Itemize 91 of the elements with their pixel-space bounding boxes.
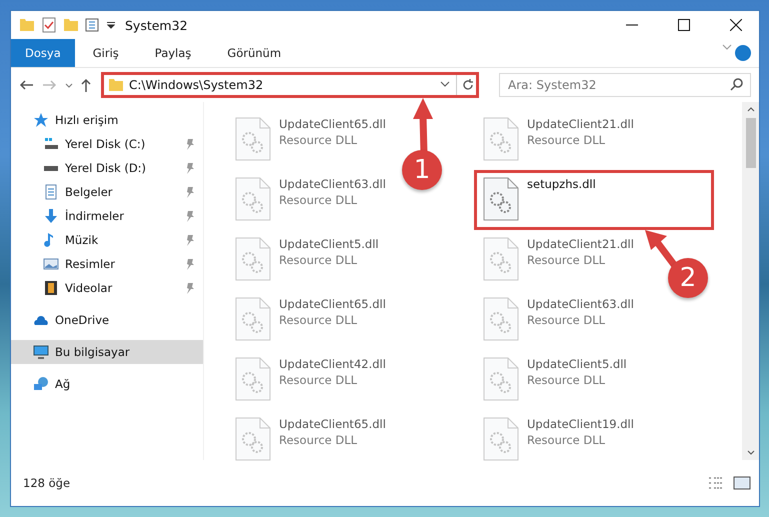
dll-file-icon [235, 117, 271, 161]
pin-icon[interactable] [185, 138, 195, 150]
drive-icon [43, 166, 59, 170]
file-name[interactable]: UpdateClient21.dll [527, 237, 634, 251]
file-type: Resource DLL [279, 253, 358, 267]
file-name[interactable]: UpdateClient65.dll [279, 117, 386, 131]
file-name[interactable]: UpdateClient63.dll [527, 297, 634, 311]
folder-icon [19, 19, 35, 31]
arrow-right-icon [43, 80, 57, 90]
dll-file-icon [235, 297, 271, 341]
file-type: Resource DLL [527, 373, 606, 387]
properties-icon [85, 17, 101, 33]
file-type: Resource DLL [527, 253, 606, 267]
file-type: Resource DLL [527, 133, 606, 147]
star-icon [33, 112, 49, 128]
pin-icon[interactable] [185, 210, 195, 222]
help-icon[interactable] [735, 45, 751, 61]
drive-icon [43, 138, 59, 150]
file-name[interactable]: UpdateClient21.dll [527, 117, 634, 131]
picture-icon [43, 256, 59, 272]
minimize-icon [626, 24, 638, 26]
ribbon-tab[interactable]: Görünüm [209, 39, 300, 67]
sidebar-item[interactable]: OneDrive [11, 308, 203, 332]
file-name[interactable]: UpdateClient65.dll [279, 417, 386, 431]
dll-file-icon [235, 417, 271, 461]
dll-file-icon [483, 117, 519, 161]
item-count: 128 öğe [23, 476, 70, 490]
close-icon [730, 19, 742, 31]
ribbon-tab[interactable]: Giriş [74, 39, 137, 67]
ribbon-tab[interactable]: Dosya [11, 39, 75, 67]
pin-icon[interactable] [185, 162, 195, 174]
dll-file-icon [235, 357, 271, 401]
sidebar-item[interactable]: Ağ [11, 372, 203, 396]
sidebar-item[interactable]: Hızlı erişim [11, 108, 203, 132]
pin-icon[interactable] [185, 186, 195, 198]
checklist-icon [41, 17, 57, 33]
dll-file-icon [483, 177, 519, 221]
file-type: Resource DLL [279, 193, 358, 207]
file-name[interactable]: UpdateClient65.dll [279, 297, 386, 311]
scrollbar[interactable] [742, 102, 759, 460]
sidebar-item[interactable]: Yerel Disk (D:) [11, 156, 203, 180]
file-type: Resource DLL [527, 433, 606, 447]
sidebar-item[interactable]: Resimler [11, 252, 203, 276]
folder-icon [63, 19, 79, 31]
file-type: Resource DLL [279, 313, 358, 327]
document-icon [43, 184, 59, 200]
pin-icon[interactable] [185, 258, 195, 270]
ribbon-tab[interactable]: Paylaş [136, 39, 210, 67]
back-button[interactable] [17, 78, 35, 92]
file-name[interactable]: setupzhs.dll [527, 177, 596, 191]
file-name[interactable]: UpdateClient5.dll [279, 237, 379, 251]
file-type: Resource DLL [279, 373, 358, 387]
arrow-up-icon [81, 78, 91, 92]
pin-icon[interactable] [185, 282, 195, 294]
sidebar-item[interactable]: Belgeler [11, 180, 203, 204]
film-icon [43, 280, 59, 296]
pin-icon[interactable] [185, 234, 195, 246]
sidebar-item[interactable]: Yerel Disk (C:) [11, 132, 203, 156]
dll-file-icon [483, 297, 519, 341]
window-title: System32 [125, 18, 188, 32]
chevron-down-icon[interactable] [65, 82, 73, 88]
details-view-icon[interactable] [707, 475, 725, 491]
dll-file-icon [483, 237, 519, 281]
monitor-icon [33, 344, 49, 360]
arrow-left-icon [19, 80, 33, 90]
file-type: Resource DLL [279, 433, 358, 447]
file-name[interactable]: UpdateClient19.dll [527, 417, 634, 431]
sidebar-item[interactable]: Bu bilgisayar [11, 340, 203, 364]
file-type: Resource DLL [527, 313, 606, 327]
thumbnail-view-icon[interactable] [733, 475, 751, 491]
network-icon [33, 376, 49, 392]
dll-file-icon [483, 357, 519, 401]
file-name[interactable]: UpdateClient5.dll [527, 357, 627, 371]
search-icon [729, 77, 745, 93]
sidebar-item[interactable]: Müzik [11, 228, 203, 252]
folder-icon [108, 79, 124, 91]
scrollbar-thumb[interactable] [746, 118, 756, 168]
caret-icon[interactable] [107, 22, 115, 28]
sidebar-item[interactable]: Videolar [11, 276, 203, 300]
download-arrow-icon [43, 208, 59, 224]
file-name[interactable]: UpdateClient63.dll [279, 177, 386, 191]
dll-file-icon [235, 177, 271, 221]
search-field[interactable]: Ara: System32 [499, 73, 751, 97]
file-type: Resource DLL [279, 133, 358, 147]
address-bar[interactable]: C:\Windows\System32 [101, 72, 479, 98]
dll-file-icon [235, 237, 271, 281]
sidebar-item[interactable]: İndirmeler [11, 204, 203, 228]
maximize-icon [678, 19, 690, 31]
up-button[interactable] [79, 76, 93, 94]
dll-file-icon [483, 417, 519, 461]
file-name[interactable]: UpdateClient42.dll [279, 357, 386, 371]
